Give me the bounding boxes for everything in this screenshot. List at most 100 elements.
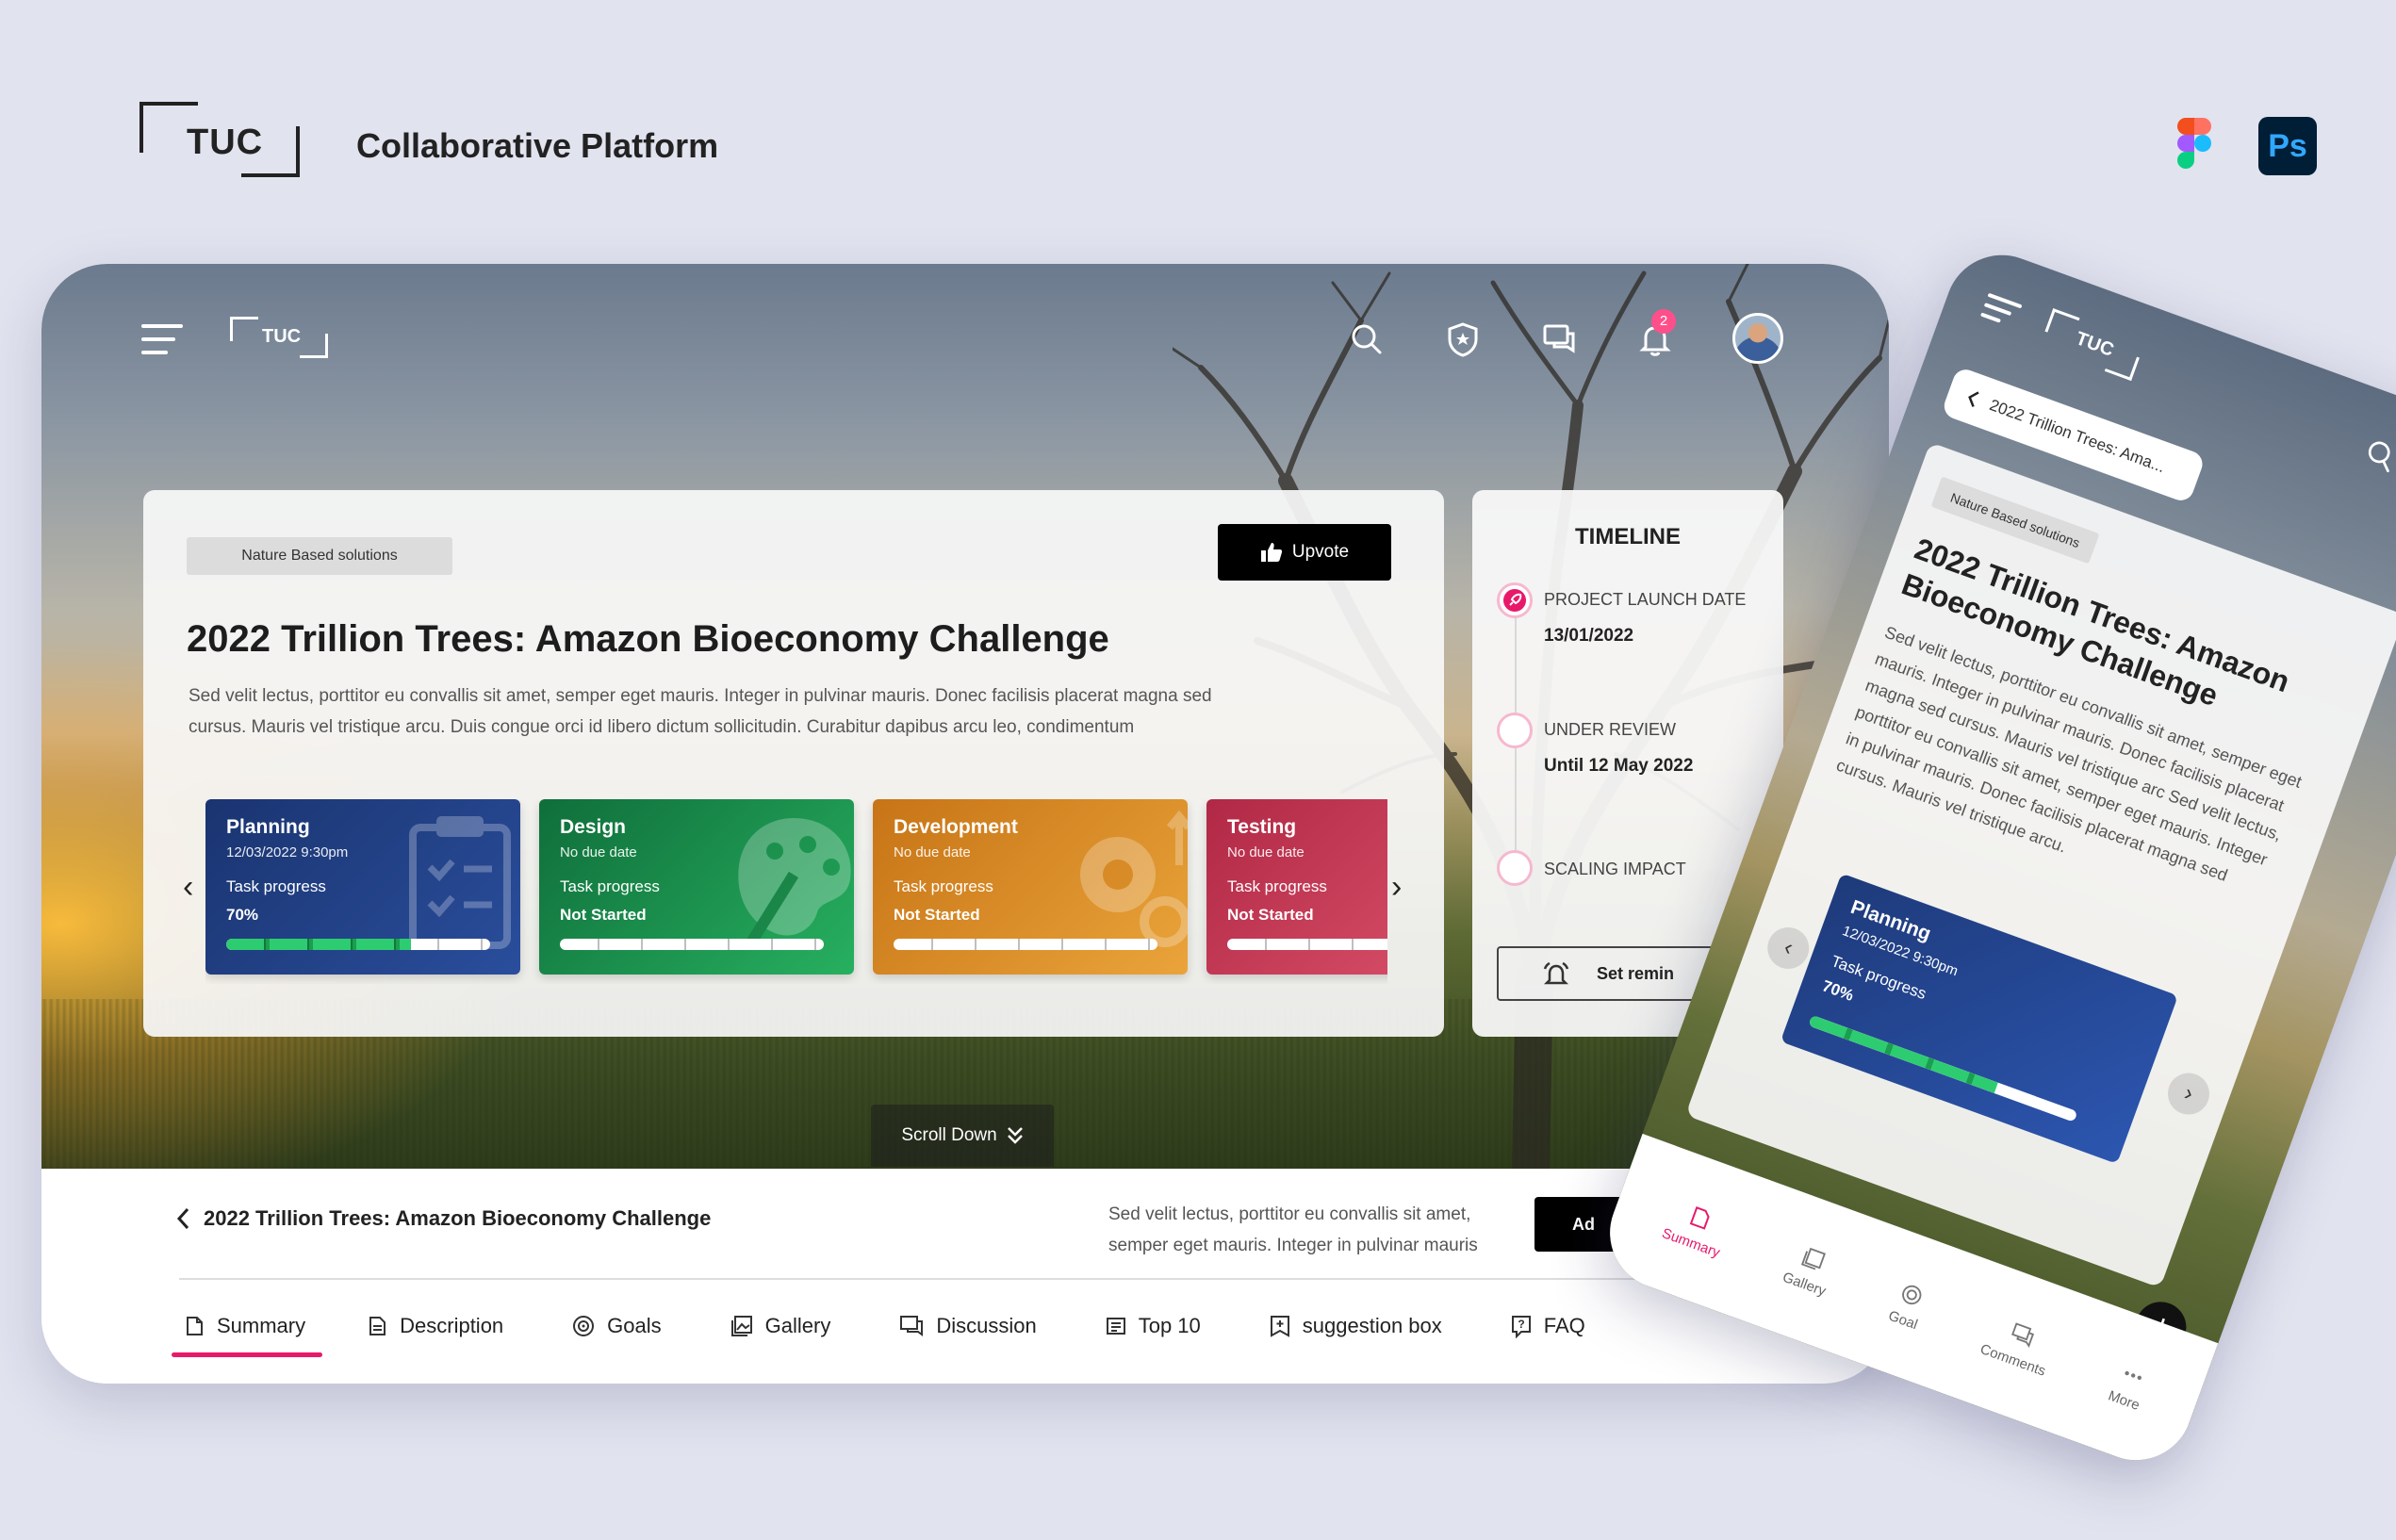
svg-text:?: ?: [1518, 1318, 1524, 1331]
tab-discussion[interactable]: Discussion: [898, 1314, 1037, 1338]
brand-logo-text: TUC: [187, 123, 264, 162]
faq-icon: ?: [1511, 1316, 1531, 1338]
tab-description[interactable]: Description: [366, 1314, 503, 1338]
alarm-bell-icon: [1543, 961, 1569, 985]
nav-comments[interactable]: Comments: [1978, 1312, 2059, 1379]
timeline-label: UNDER REVIEW: [1544, 720, 1677, 739]
challenge-card: Nature Based solutions Upvote 2022 Trill…: [143, 490, 1444, 1037]
mobile-task-card-planning[interactable]: Planning 12/03/2022 9:30pm Task progress…: [1780, 873, 2178, 1165]
mobile-logo[interactable]: TUC: [2039, 308, 2145, 382]
timeline-value: Until 12 May 2022: [1544, 756, 1694, 776]
suggestion-icon: [1270, 1316, 1289, 1337]
tab-gallery[interactable]: Gallery: [730, 1314, 831, 1338]
timeline-value: 13/01/2022: [1544, 626, 1634, 646]
clipboard-icon: [409, 816, 511, 949]
scroll-down-button[interactable]: Scroll Down: [871, 1105, 1054, 1167]
breadcrumb-title: 2022 Trillion Trees: Amazon Bioeconomy C…: [204, 1206, 712, 1230]
set-reminder-label: Set remin: [1597, 963, 1675, 983]
header-logo-text: TUC: [262, 326, 302, 347]
tab-label: Description: [400, 1314, 504, 1337]
chevron-left-icon: [1968, 391, 1979, 407]
task-progress-bar: [560, 939, 824, 950]
gears-icon: [1080, 810, 1188, 947]
comments-icon: [2010, 1321, 2034, 1348]
thumbs-up-icon: [1260, 543, 1283, 562]
task-progress-bar: [226, 939, 490, 950]
mobile-logo-text: TUC: [2073, 328, 2117, 361]
photoshop-icon: Ps: [2258, 117, 2317, 175]
tab-label: Gallery: [764, 1314, 831, 1337]
detail-section: 2022 Trillion Trees: Amazon Bioeconomy C…: [41, 1169, 1889, 1384]
nav-label: Goal: [1886, 1307, 1920, 1333]
divider: [179, 1278, 1706, 1280]
tab-suggestion-box[interactable]: suggestion box: [1269, 1314, 1442, 1338]
avatar[interactable]: [1732, 313, 1783, 364]
tab-summary[interactable]: Summary: [171, 1314, 323, 1357]
task-card-testing[interactable]: Testing No due date Task progress Not St…: [1206, 799, 1387, 975]
more-icon: [2125, 1370, 2142, 1380]
chat-icon[interactable]: [1538, 319, 1580, 360]
task-card-development[interactable]: Development No due date Task progress No…: [873, 799, 1188, 975]
gallery-icon: [1801, 1247, 1827, 1270]
brand-title: Collaborative Platform: [356, 126, 719, 165]
task-card-planning[interactable]: Planning 12/03/2022 9:30pm Task progress…: [205, 799, 520, 975]
document-icon: [369, 1317, 386, 1335]
mobile-search-icon[interactable]: [2356, 432, 2396, 480]
palette-icon: [738, 818, 851, 950]
carousel-prev-icon[interactable]: ‹: [183, 869, 193, 906]
nav-label: More: [2106, 1386, 2142, 1414]
task-date: No due date: [560, 844, 637, 860]
tab-label: Top 10: [1138, 1314, 1201, 1337]
summary-icon: [187, 1317, 203, 1335]
task-date: 12/03/2022 9:30pm: [226, 844, 349, 860]
nav-summary[interactable]: Summary: [1660, 1197, 1732, 1261]
tab-label: suggestion box: [1302, 1314, 1442, 1337]
top10-icon: [1106, 1318, 1125, 1335]
task-progress-label: Task progress: [1227, 877, 1327, 895]
goal-icon: [1902, 1285, 1923, 1304]
mobile-menu-icon[interactable]: [1979, 291, 2025, 331]
timeline-label: PROJECT LAUNCH DATE: [1544, 590, 1747, 609]
search-icon[interactable]: [1346, 319, 1387, 360]
menu-icon[interactable]: [141, 322, 185, 356]
mobile-carousel-next-icon[interactable]: ›: [2161, 1067, 2216, 1121]
double-chevron-down-icon: [1007, 1127, 1023, 1144]
tab-goals[interactable]: Goals: [571, 1314, 662, 1338]
nav-label: Comments: [1978, 1340, 2048, 1380]
breadcrumb[interactable]: 2022 Trillion Trees: Amazon Bioeconomy C…: [175, 1206, 711, 1231]
task-date: No due date: [894, 844, 971, 860]
task-name: Testing: [1227, 816, 1297, 838]
review-dot-icon: [1497, 713, 1533, 748]
nav-gallery[interactable]: Gallery: [1781, 1240, 1838, 1299]
tab-label: FAQ: [1543, 1314, 1585, 1337]
task-progress-bar: [1227, 939, 1387, 950]
summary-icon: [1689, 1205, 1710, 1230]
progress-fill: [1808, 1014, 1998, 1093]
upvote-label: Upvote: [1291, 542, 1350, 562]
category-tag: Nature Based solutions: [187, 537, 452, 575]
tab-bar: Summary Description Goals Gallery Discus…: [171, 1314, 1585, 1357]
task-progress-value: Not Started: [1227, 906, 1314, 924]
figma-icon: [2177, 118, 2211, 169]
nav-goal[interactable]: Goal: [1886, 1279, 1930, 1333]
tab-faq[interactable]: ? FAQ: [1510, 1314, 1585, 1338]
tab-label: Discussion: [936, 1314, 1037, 1337]
task-card-design[interactable]: Design No due date Task progress Not Sta…: [539, 799, 854, 975]
scroll-down-label: Scroll Down: [901, 1125, 997, 1145]
chevron-left-icon: [176, 1207, 189, 1230]
task-carousel: Planning 12/03/2022 9:30pm Task progress…: [205, 799, 1387, 984]
upvote-button[interactable]: Upvote: [1218, 524, 1391, 581]
tab-label: Goals: [607, 1314, 662, 1337]
shield-icon[interactable]: [1442, 319, 1484, 360]
nav-label: Summary: [1660, 1224, 1723, 1261]
challenge-title: 2022 Trillion Trees: Amazon Bioeconomy C…: [187, 618, 1109, 660]
discussion-icon: [900, 1316, 924, 1336]
carousel-next-icon[interactable]: ›: [1391, 869, 1402, 906]
header-logo[interactable]: TUC: [230, 317, 328, 358]
tab-top10[interactable]: Top 10: [1105, 1314, 1201, 1338]
gallery-icon: [730, 1316, 752, 1336]
scaling-dot-icon: [1497, 850, 1533, 886]
timeline-title: TIMELINE: [1575, 524, 1681, 549]
rocket-icon: [1497, 582, 1533, 618]
nav-more[interactable]: More: [2107, 1359, 2153, 1414]
